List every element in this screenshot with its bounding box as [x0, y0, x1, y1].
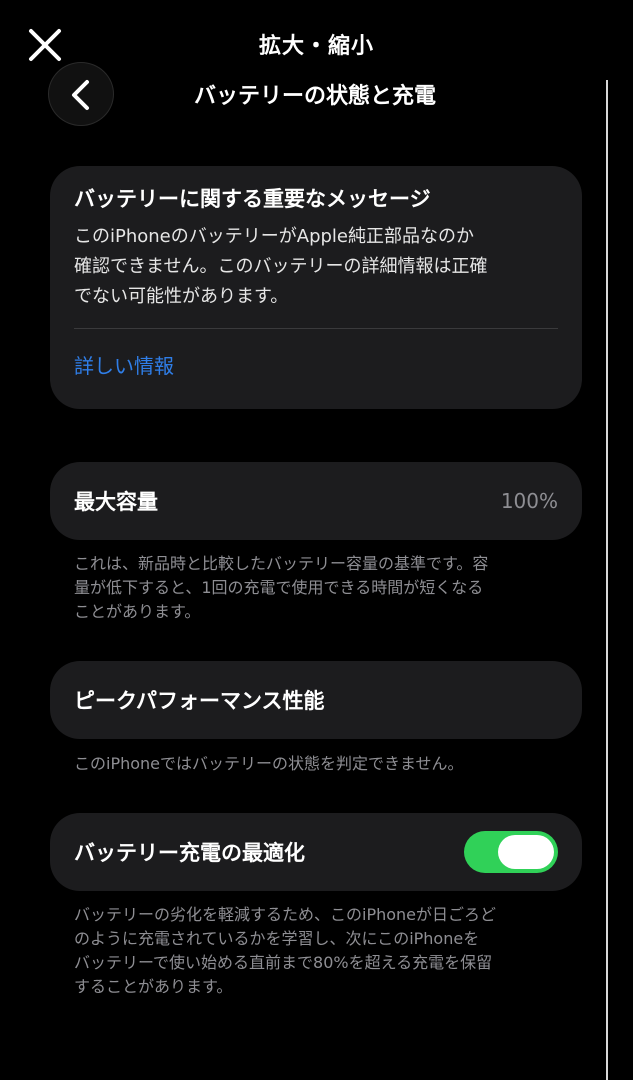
max-capacity-footnote: これは、新品時と比較したバッテリー容量の基準です。容 量が低下すると、1回の充電… — [74, 552, 564, 624]
peak-performance-row: ピークパフォーマンス性能 — [50, 661, 582, 739]
max-capacity-value: 100% — [500, 489, 558, 513]
footnote-line: のように充電されているかを学習し、次にこのiPhoneを — [74, 929, 480, 948]
message-divider — [74, 328, 558, 329]
divider-line — [606, 80, 608, 1080]
max-capacity-label: 最大容量 — [74, 490, 158, 514]
peak-performance-label: ピークパフォーマンス性能 — [74, 689, 325, 713]
message-title: バッテリーに関する重要なメッセージ — [74, 187, 431, 211]
optimized-charging-footnote: バッテリーの劣化を軽減するため、このiPhoneが日ごろど のように充電されてい… — [74, 903, 564, 999]
footnote-line: これは、新品時と比較したバッテリー容量の基準です。容 — [74, 554, 489, 573]
zoom-title: 拡大・縮小 — [258, 34, 374, 59]
footnote-line: することがあります。 — [74, 977, 233, 996]
learn-more-link[interactable]: 詳しい情報 — [74, 351, 558, 381]
footnote-line: バッテリーで使い始める直前まで80%を超える充電を保留 — [74, 953, 493, 972]
footnote-line: ことがあります。 — [74, 602, 201, 621]
optimized-charging-row: バッテリー充電の最適化 — [50, 813, 582, 891]
footnote-line: 量が低下すると、1回の充電で使用できる時間が短くなる — [74, 578, 484, 597]
max-capacity-row: 最大容量 100% — [50, 462, 582, 540]
peak-performance-footnote: このiPhoneではバッテリーの状態を判定できません。 — [74, 754, 464, 773]
optimized-charging-label: バッテリー充電の最適化 — [74, 841, 305, 865]
message-line: このiPhoneのバッテリーがApple純正部品なのか — [74, 226, 474, 247]
toggle-knob — [498, 835, 554, 869]
footnote-line: バッテリーの劣化を軽減するため、このiPhoneが日ごろど — [74, 905, 497, 924]
battery-message-card: バッテリーに関する重要なメッセージ このiPhoneのバッテリーがApple純正… — [50, 166, 582, 409]
message-body: このiPhoneのバッテリーがApple純正部品なのか 確認できません。このバッ… — [74, 222, 558, 312]
back-button[interactable] — [48, 62, 114, 126]
page-title: バッテリーの状態と充電 — [193, 84, 436, 109]
message-line: 確認できません。このバッテリーの詳細情報は正確 — [74, 256, 488, 277]
chevron-left-icon — [72, 80, 89, 110]
message-line: でない可能性があります。 — [74, 286, 289, 307]
optimized-charging-toggle[interactable] — [464, 831, 558, 873]
